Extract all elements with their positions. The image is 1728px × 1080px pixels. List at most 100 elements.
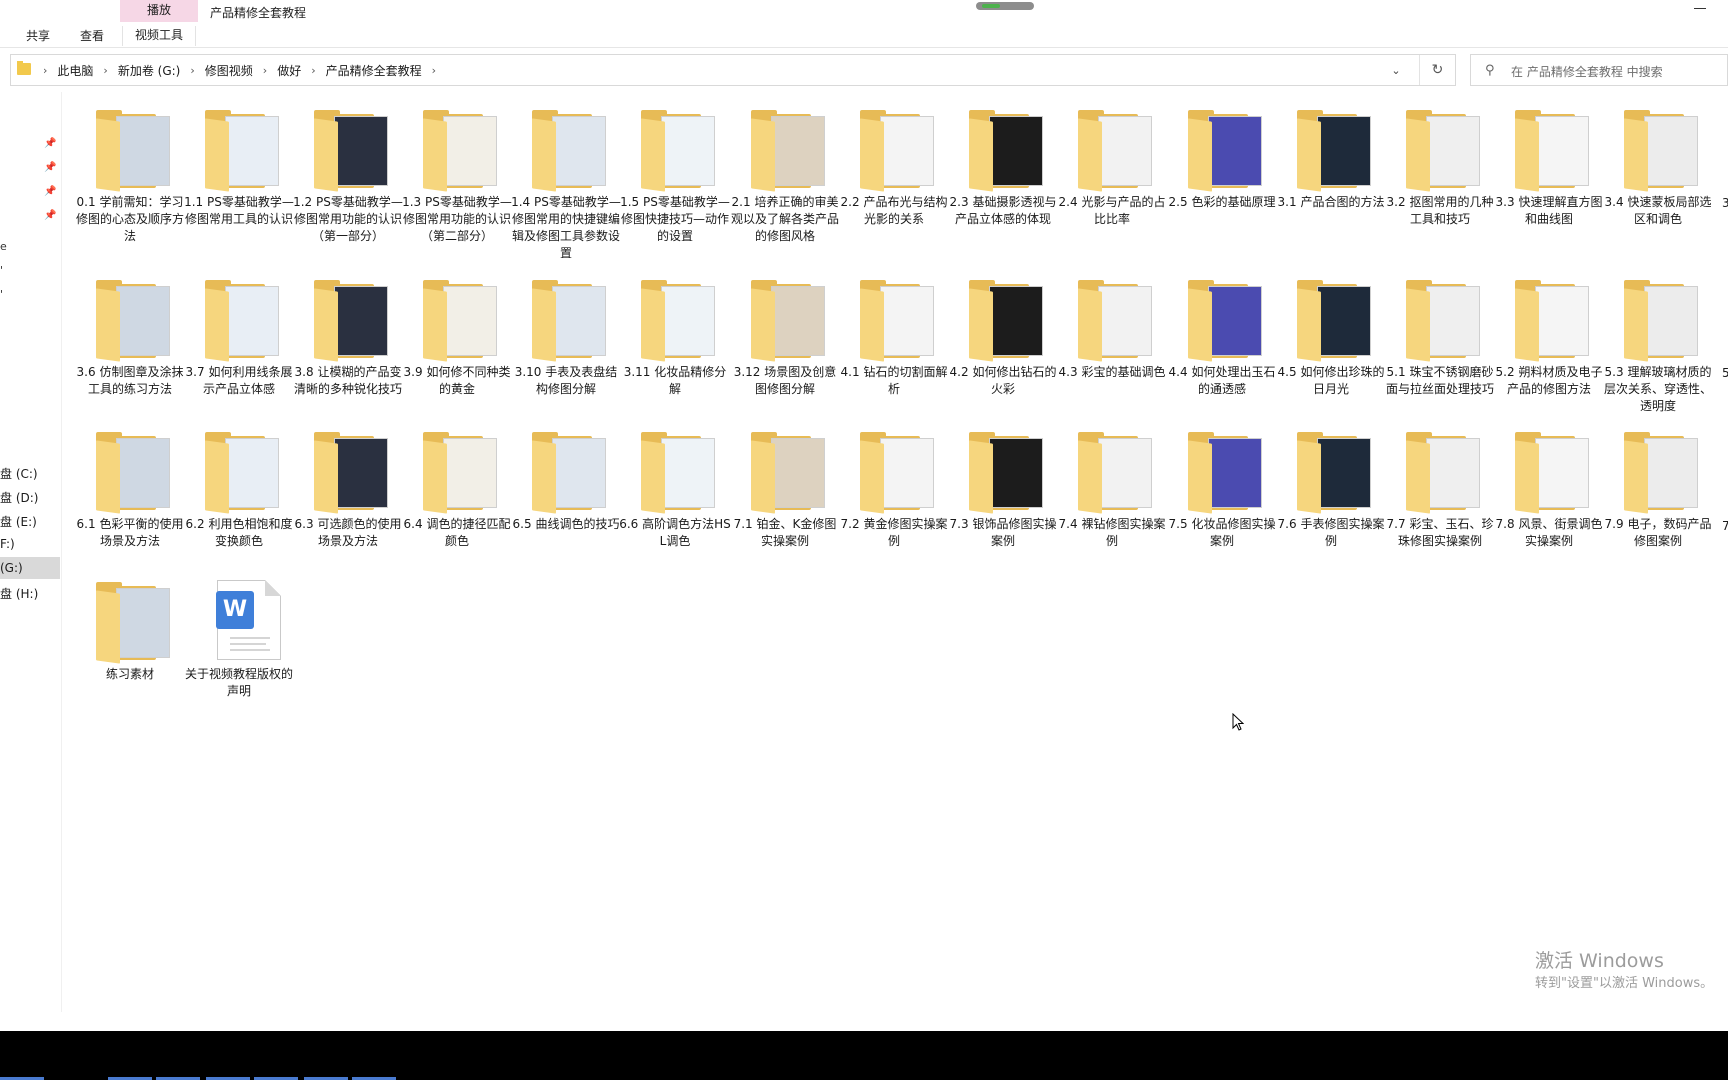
nav-drive-c[interactable]: 盘 (C:)	[0, 465, 38, 482]
folder-icon	[1072, 108, 1154, 192]
item-label: 4.1 钻石的切割面解析	[840, 365, 948, 396]
item-label: 2.2 产品布光与结构光影的关系	[840, 195, 948, 226]
minimize-icon[interactable]	[1694, 8, 1706, 9]
folder-icon	[1509, 108, 1591, 192]
item-label: 5.2 朔料材质及电子产品的修图方法	[1495, 365, 1603, 396]
tab-video-tools[interactable]: 视频工具	[122, 26, 196, 46]
folder-icon	[854, 430, 936, 514]
folder-icon	[417, 430, 499, 514]
taskbar	[0, 1031, 1728, 1080]
item-label: 7.7 彩宝、玉石、珍珠修图实操案例	[1386, 517, 1494, 548]
activation-watermark-subtitle: 转到"设置"以激活 Windows。	[1535, 976, 1714, 991]
cutoff-label[interactable]: 3	[1722, 196, 1728, 210]
folder-icon	[635, 108, 717, 192]
tab-share[interactable]: 共享	[26, 27, 50, 44]
folder-icon	[1291, 108, 1373, 192]
nav-drive-f[interactable]: F:)	[0, 537, 15, 551]
search-placeholder: 在 产品精修全套教程 中搜索	[1511, 65, 1663, 79]
nav-drive-d[interactable]: 盘 (D:)	[0, 489, 38, 506]
item-label: 3.10 手表及表盘结构修图分解	[514, 365, 618, 396]
folder-icon	[1509, 278, 1591, 362]
nav-drive-e[interactable]: 盘 (E:)	[0, 513, 37, 530]
pin-icon[interactable]: 📌	[44, 210, 56, 221]
folder-icon	[1509, 430, 1591, 514]
folder-icon	[1291, 430, 1373, 514]
item-label: 6.3 可选颜色的使用场景及方法	[294, 517, 402, 548]
item-label: 3.11 化妆品精修分解	[623, 365, 727, 396]
breadcrumb-done[interactable]: 做好	[273, 62, 305, 79]
item-label: 5.3 理解玻璃材质的层次关系、穿透性、透明度	[1603, 365, 1712, 413]
folder-icon	[199, 278, 281, 362]
item-label: 7.8 风景、街景调色实操案例	[1495, 517, 1603, 548]
item-label: 6.1 色彩平衡的使用场景及方法	[76, 517, 184, 548]
pin-icon[interactable]: 📌	[44, 162, 56, 173]
folder-icon	[90, 278, 172, 362]
nav-drive-h[interactable]: 盘 (H:)	[0, 585, 38, 602]
address-bar[interactable]: › 此电脑 › 新加卷 (G:) › 修图视频 › 做好 › 产品精修全套教程 …	[10, 54, 1456, 86]
item-label: 3.3 快速理解直方图和曲线图	[1495, 195, 1603, 226]
folder-icon	[854, 278, 936, 362]
pin-icon[interactable]: 📌	[44, 138, 56, 149]
folder-icon	[635, 430, 717, 514]
item-label: 6.5 曲线调色的技巧	[512, 517, 620, 531]
nav-drive-g[interactable]: (G:)	[0, 557, 60, 579]
folder-icon	[635, 278, 717, 362]
folder-icon	[963, 108, 1045, 192]
nav-fragment[interactable]: e	[0, 240, 7, 253]
folder-icon	[1400, 278, 1482, 362]
item-label: 7.3 银饰品修图实操案例	[949, 517, 1057, 548]
folder-icon	[308, 108, 390, 192]
search-icon: ⚲	[1485, 63, 1495, 78]
search-input[interactable]: ⚲ 在 产品精修全套教程 中搜索	[1470, 54, 1728, 86]
folder-icon	[1072, 430, 1154, 514]
folder-icon	[1618, 108, 1700, 192]
item-label: 3.1 产品合图的方法	[1277, 195, 1385, 209]
chevron-down-icon[interactable]: ⌄	[1385, 55, 1407, 85]
item-label: 2.4 光影与产品的占比比率	[1058, 195, 1166, 226]
item-label: 7.5 化妆品修图实操案例	[1168, 517, 1276, 548]
chevron-right-icon[interactable]: ›	[426, 64, 442, 77]
chevron-right-icon[interactable]: ›	[97, 64, 113, 77]
item-label: 1.5 PS零基础教学—修图快捷技巧—动作的设置	[620, 195, 730, 243]
pin-icon[interactable]: 📌	[44, 186, 56, 197]
folder-icon	[199, 108, 281, 192]
folder-icon	[1400, 430, 1482, 514]
cutoff-label[interactable]: 5	[1722, 366, 1728, 380]
ribbon: 播放 产品精修全套教程 共享 查看 视频工具	[0, 0, 1728, 48]
chevron-right-icon[interactable]: ›	[37, 64, 53, 77]
tab-view[interactable]: 查看	[80, 27, 104, 44]
item-label: 3.4 快速蒙板局部选区和调色	[1604, 195, 1712, 226]
breadcrumb-retouch-videos[interactable]: 修图视频	[201, 62, 257, 79]
folder-icon	[526, 430, 608, 514]
chevron-right-icon[interactable]: ›	[184, 64, 200, 77]
refresh-icon[interactable]: ↻	[1419, 55, 1455, 85]
nav-fragment[interactable]: '	[0, 288, 3, 301]
item-label: 7.2 黄金修图实操案例	[840, 517, 948, 548]
cutoff-label[interactable]: 7	[1722, 519, 1728, 533]
breadcrumb-current-folder[interactable]: 产品精修全套教程	[322, 62, 426, 79]
item-label: 3.2 抠图常用的几种工具和技巧	[1386, 195, 1494, 226]
chevron-right-icon[interactable]: ›	[305, 64, 321, 77]
folder-icon	[90, 108, 172, 192]
ribbon-context-group-play[interactable]: 播放	[120, 0, 198, 22]
folder-icon	[417, 278, 499, 362]
item-label: 3.9 如何修不同种类的黄金	[403, 365, 511, 396]
item-label: 3.7 如何利用线条展示产品立体感	[185, 365, 293, 396]
activation-watermark-title: 激活 Windows	[1535, 950, 1664, 972]
breadcrumb-drive-g[interactable]: 新加卷 (G:)	[114, 62, 185, 79]
navigation-pane: 📌 📌 📌 📌 e ' ' 盘 (C:) 盘 (D:) 盘 (E:) F:) (…	[0, 92, 62, 1012]
item-label: 7.6 手表修图实操案例	[1277, 517, 1385, 548]
folder-icon	[1072, 278, 1154, 362]
nav-fragment[interactable]: '	[0, 264, 3, 277]
folder-icon	[745, 430, 827, 514]
item-label: 3.12 场景图及创意图修图分解	[733, 365, 837, 396]
mouse-cursor-icon	[1232, 713, 1244, 731]
chevron-right-icon[interactable]: ›	[257, 64, 273, 77]
folder-icon	[526, 278, 608, 362]
item-label: 3.8 让模糊的产品变清晰的多种锐化技巧	[293, 365, 402, 396]
folder-icon	[745, 108, 827, 192]
window-title: 产品精修全套教程	[210, 6, 307, 20]
breadcrumb: › 此电脑 › 新加卷 (G:) › 修图视频 › 做好 › 产品精修全套教程 …	[37, 55, 442, 85]
breadcrumb-this-pc[interactable]: 此电脑	[53, 62, 97, 79]
item-label: 6.2 利用色相饱和度变换颜色	[185, 517, 293, 548]
